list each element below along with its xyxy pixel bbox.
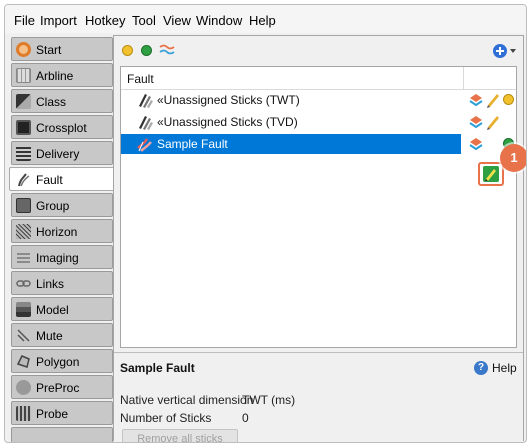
model-icon: [16, 302, 31, 317]
yellow-status-icon[interactable]: [122, 45, 133, 56]
sidebar-item-links[interactable]: Links: [11, 271, 113, 295]
visibility-dot-icon[interactable]: [503, 94, 514, 105]
pencil-icon[interactable]: [485, 114, 501, 133]
sidebar-item-model[interactable]: Model: [11, 297, 113, 321]
tree-row-sample-fault[interactable]: Sample Fault: [121, 134, 516, 154]
column-divider: [463, 67, 464, 89]
details-panel: Sample Fault ? Help Native vertical dime…: [114, 352, 523, 442]
pencil-edit-icon: [483, 166, 499, 185]
sidebar-item-partial[interactable]: [11, 427, 113, 442]
sidebar-item-probe[interactable]: Probe: [11, 401, 113, 425]
sidebar-item-label: Fault: [36, 173, 63, 187]
sidebar-item-label: Horizon: [36, 225, 78, 239]
sidebar-item-arbline[interactable]: Arbline: [11, 63, 113, 87]
edit-fault-button[interactable]: [478, 162, 504, 186]
fault-sticks-icon: [137, 92, 153, 108]
delivery-icon: [16, 146, 31, 161]
sidebar-item-label: Start: [36, 43, 62, 57]
details-title: Sample Fault: [120, 361, 195, 375]
fault-icon: [137, 136, 153, 152]
pencil-icon[interactable]: [485, 92, 501, 111]
sidebar-item-delivery[interactable]: Delivery: [11, 141, 113, 165]
preproc-icon: [16, 380, 31, 395]
sidebar-item-label: Arbline: [36, 69, 74, 83]
tree-row-unassigned-twt[interactable]: «Unassigned Sticks (TWT): [121, 90, 516, 110]
prop-label-stick-count: Number of Sticks: [120, 411, 212, 425]
sidebar-item-label: Crossplot: [36, 121, 87, 135]
fault-icon: [16, 172, 31, 187]
menu-help[interactable]: Help: [249, 13, 276, 28]
mute-icon: [16, 328, 31, 343]
sidebar-item-horizon[interactable]: Horizon: [11, 219, 113, 243]
tree-row-unassigned-tvd[interactable]: «Unassigned Sticks (TVD): [121, 112, 516, 132]
sidebar-item-label: Probe: [36, 407, 69, 421]
menu-view[interactable]: View: [163, 13, 191, 28]
tree-header: Fault: [121, 67, 516, 90]
panel-toolbar: [114, 36, 523, 66]
menu-window[interactable]: Window: [196, 13, 242, 28]
prop-value-stick-count: 0: [242, 411, 249, 425]
horizon-wave-icon[interactable]: [159, 43, 175, 60]
sidebar-item-label: Model: [36, 303, 69, 317]
sidebar-item-preproc[interactable]: PreProc: [11, 375, 113, 399]
remove-all-sticks-button[interactable]: Remove all sticks: [122, 429, 238, 442]
links-icon: [16, 276, 31, 291]
tree-row-label: «Unassigned Sticks (TWT): [157, 93, 300, 107]
help-label: Help: [492, 361, 517, 375]
crossplot-icon: [16, 120, 31, 135]
class-icon: [16, 94, 31, 109]
sidebar-item-polygon[interactable]: Polygon: [11, 349, 113, 373]
prop-label-vertical-dimension: Native vertical dimension: [120, 393, 254, 407]
fault-tree: Fault «Unassigned Sticks (TWT) «Unassign…: [120, 66, 517, 348]
sidebar-item-label: Group: [36, 199, 70, 213]
tree-row-label: «Unassigned Sticks (TVD): [157, 115, 298, 129]
menu-import[interactable]: Import: [40, 13, 77, 28]
sidebar-item-start[interactable]: Start: [11, 37, 113, 61]
tree-row-label: Sample Fault: [157, 137, 228, 151]
sidebar-item-label: Polygon: [36, 355, 80, 369]
sidebar-item-label: PreProc: [36, 381, 80, 395]
sidebar-item-imaging[interactable]: Imaging: [11, 245, 113, 269]
green-status-icon[interactable]: [141, 45, 152, 56]
layers-icon[interactable]: [469, 93, 483, 110]
menu-bar: File Import Hotkey Tool View Window Help: [5, 5, 526, 33]
help-icon: ?: [474, 361, 488, 375]
group-icon: [16, 198, 31, 213]
sidebar-item-label: Imaging: [36, 251, 79, 265]
layers-icon[interactable]: [469, 137, 483, 154]
arbline-icon: [16, 68, 31, 83]
sidebar-item-class[interactable]: Class: [11, 89, 113, 113]
imaging-icon: [16, 250, 31, 265]
sidebar-item-fault[interactable]: Fault: [9, 167, 115, 191]
callout-badge: 1: [500, 144, 526, 172]
polygon-icon: [16, 354, 31, 369]
menu-tool[interactable]: Tool: [132, 13, 156, 28]
sidebar-item-group[interactable]: Group: [11, 193, 113, 217]
probe-icon: [16, 406, 31, 421]
app-window: File Import Hotkey Tool View Window Help…: [4, 4, 527, 443]
layers-icon[interactable]: [469, 115, 483, 132]
sidebar-item-label: Mute: [36, 329, 63, 343]
menu-file[interactable]: File: [14, 13, 35, 28]
horizon-icon: [16, 224, 31, 239]
sidebar-item-crossplot[interactable]: Crossplot: [11, 115, 113, 139]
sidebar-item-mute[interactable]: Mute: [11, 323, 113, 347]
fault-sticks-icon: [137, 114, 153, 130]
help-button[interactable]: ? Help: [474, 359, 522, 377]
add-circle-icon[interactable]: [492, 43, 518, 62]
module-sidebar: Start Arbline Class Crossplot Delivery F…: [7, 35, 115, 442]
menu-hotkey[interactable]: Hotkey: [85, 13, 125, 28]
tree-header-label: Fault: [127, 72, 154, 86]
prop-value-vertical-dimension: TWT (ms): [242, 393, 296, 407]
fault-panel: Fault «Unassigned Sticks (TWT) «Unassign…: [113, 35, 526, 442]
start-icon: [16, 42, 31, 57]
sidebar-item-label: Class: [36, 95, 67, 109]
sidebar-item-label: Delivery: [36, 147, 80, 161]
sidebar-item-label: Links: [36, 277, 65, 291]
